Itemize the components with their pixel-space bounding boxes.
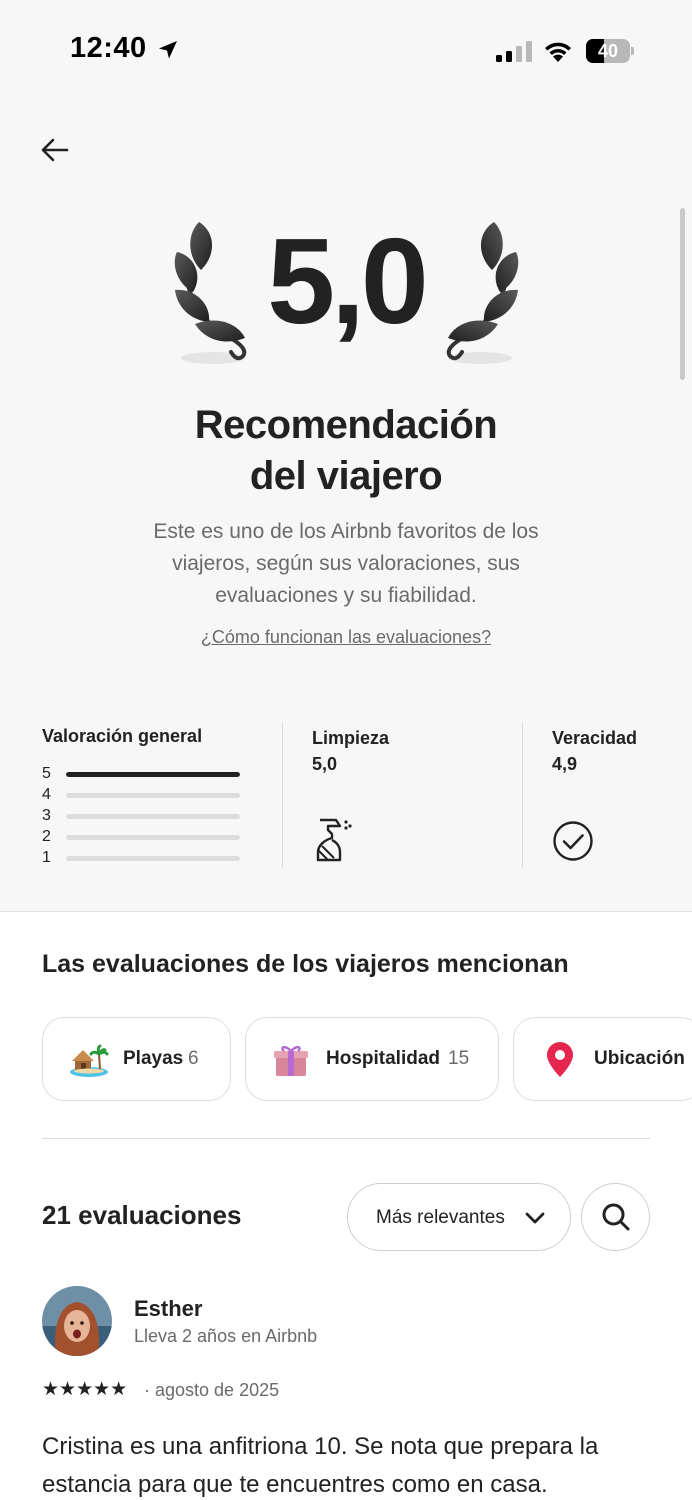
sort-label: Más relevantes bbox=[376, 1207, 505, 1228]
chip-count: 15 bbox=[448, 1048, 470, 1069]
rating-bar-4: 4 bbox=[42, 785, 242, 805]
guest-favourite-description: Este es uno de los Airbnb favoritos de l… bbox=[153, 520, 539, 607]
cleanliness-label: Limpieza bbox=[312, 728, 390, 748]
reviews-count: 21 evaluaciones bbox=[42, 1200, 242, 1230]
back-arrow-icon[interactable] bbox=[36, 132, 76, 168]
cleanliness-value: 5,0 bbox=[312, 754, 338, 774]
chip-label: Ubicación bbox=[594, 1048, 685, 1069]
cellular-signal-icon bbox=[496, 41, 532, 62]
review-date: · agosto de 2025 bbox=[144, 1380, 280, 1400]
review-stars: ★★★★★ bbox=[42, 1379, 128, 1400]
section-divider bbox=[0, 911, 692, 912]
reviewer-name: Esther bbox=[134, 1296, 203, 1321]
rating-separator bbox=[282, 722, 283, 868]
overall-score: 5,0 bbox=[267, 213, 429, 349]
accuracy-value: 4,9 bbox=[552, 754, 578, 774]
beach-hut-icon bbox=[70, 1044, 109, 1077]
divider bbox=[42, 1138, 650, 1139]
review-text: Cristina es una anfitriona 10. Se nota q… bbox=[42, 1433, 599, 1498]
overall-rating-label: Valoración general bbox=[42, 726, 203, 746]
mention-chip-hospitality[interactable]: Hospitalidad 15 bbox=[245, 1017, 499, 1101]
battery-indicator: 40 bbox=[586, 39, 634, 63]
reviewer-tenure: Lleva 2 años en Airbnb bbox=[134, 1326, 318, 1346]
rating-separator bbox=[522, 722, 523, 868]
rating-bar-5: 5 bbox=[42, 764, 242, 784]
location-arrow-icon bbox=[159, 41, 177, 59]
chip-label: Playas bbox=[123, 1048, 184, 1069]
mentions-title: Las evaluaciones de los viajeros mencion… bbox=[42, 950, 569, 978]
chip-count: 6 bbox=[188, 1048, 199, 1069]
check-circle-icon bbox=[553, 821, 593, 861]
how-reviews-work-link[interactable]: ¿Cómo funcionan las evaluaciones? bbox=[96, 627, 596, 648]
chip-label: Hospitalidad bbox=[326, 1048, 441, 1069]
rating-bar-3: 3 bbox=[42, 806, 242, 826]
wifi-icon bbox=[545, 42, 571, 62]
mention-chip-beaches[interactable]: Playas 6 bbox=[42, 1017, 231, 1101]
location-pin-icon bbox=[547, 1042, 573, 1077]
rating-bar-1: 1 bbox=[42, 848, 242, 868]
scrollbar[interactable] bbox=[680, 208, 685, 380]
search-reviews-button[interactable] bbox=[581, 1183, 650, 1251]
guest-favourite-title: Recomendación del viajero bbox=[194, 403, 498, 498]
avatar[interactable] bbox=[42, 1286, 112, 1356]
search-icon bbox=[602, 1203, 630, 1231]
spray-bottle-icon bbox=[316, 818, 352, 862]
battery-percentage: 40 bbox=[597, 41, 619, 61]
mention-chip-location[interactable]: Ubicación bbox=[513, 1017, 692, 1101]
rating-bar-2: 2 bbox=[42, 827, 242, 847]
chevron-down-icon bbox=[525, 1212, 545, 1224]
gift-icon bbox=[274, 1045, 308, 1076]
accuracy-label: Veracidad bbox=[552, 728, 638, 748]
sort-dropdown[interactable]: Más relevantes bbox=[347, 1183, 571, 1251]
status-time: 12:40 bbox=[70, 32, 147, 64]
